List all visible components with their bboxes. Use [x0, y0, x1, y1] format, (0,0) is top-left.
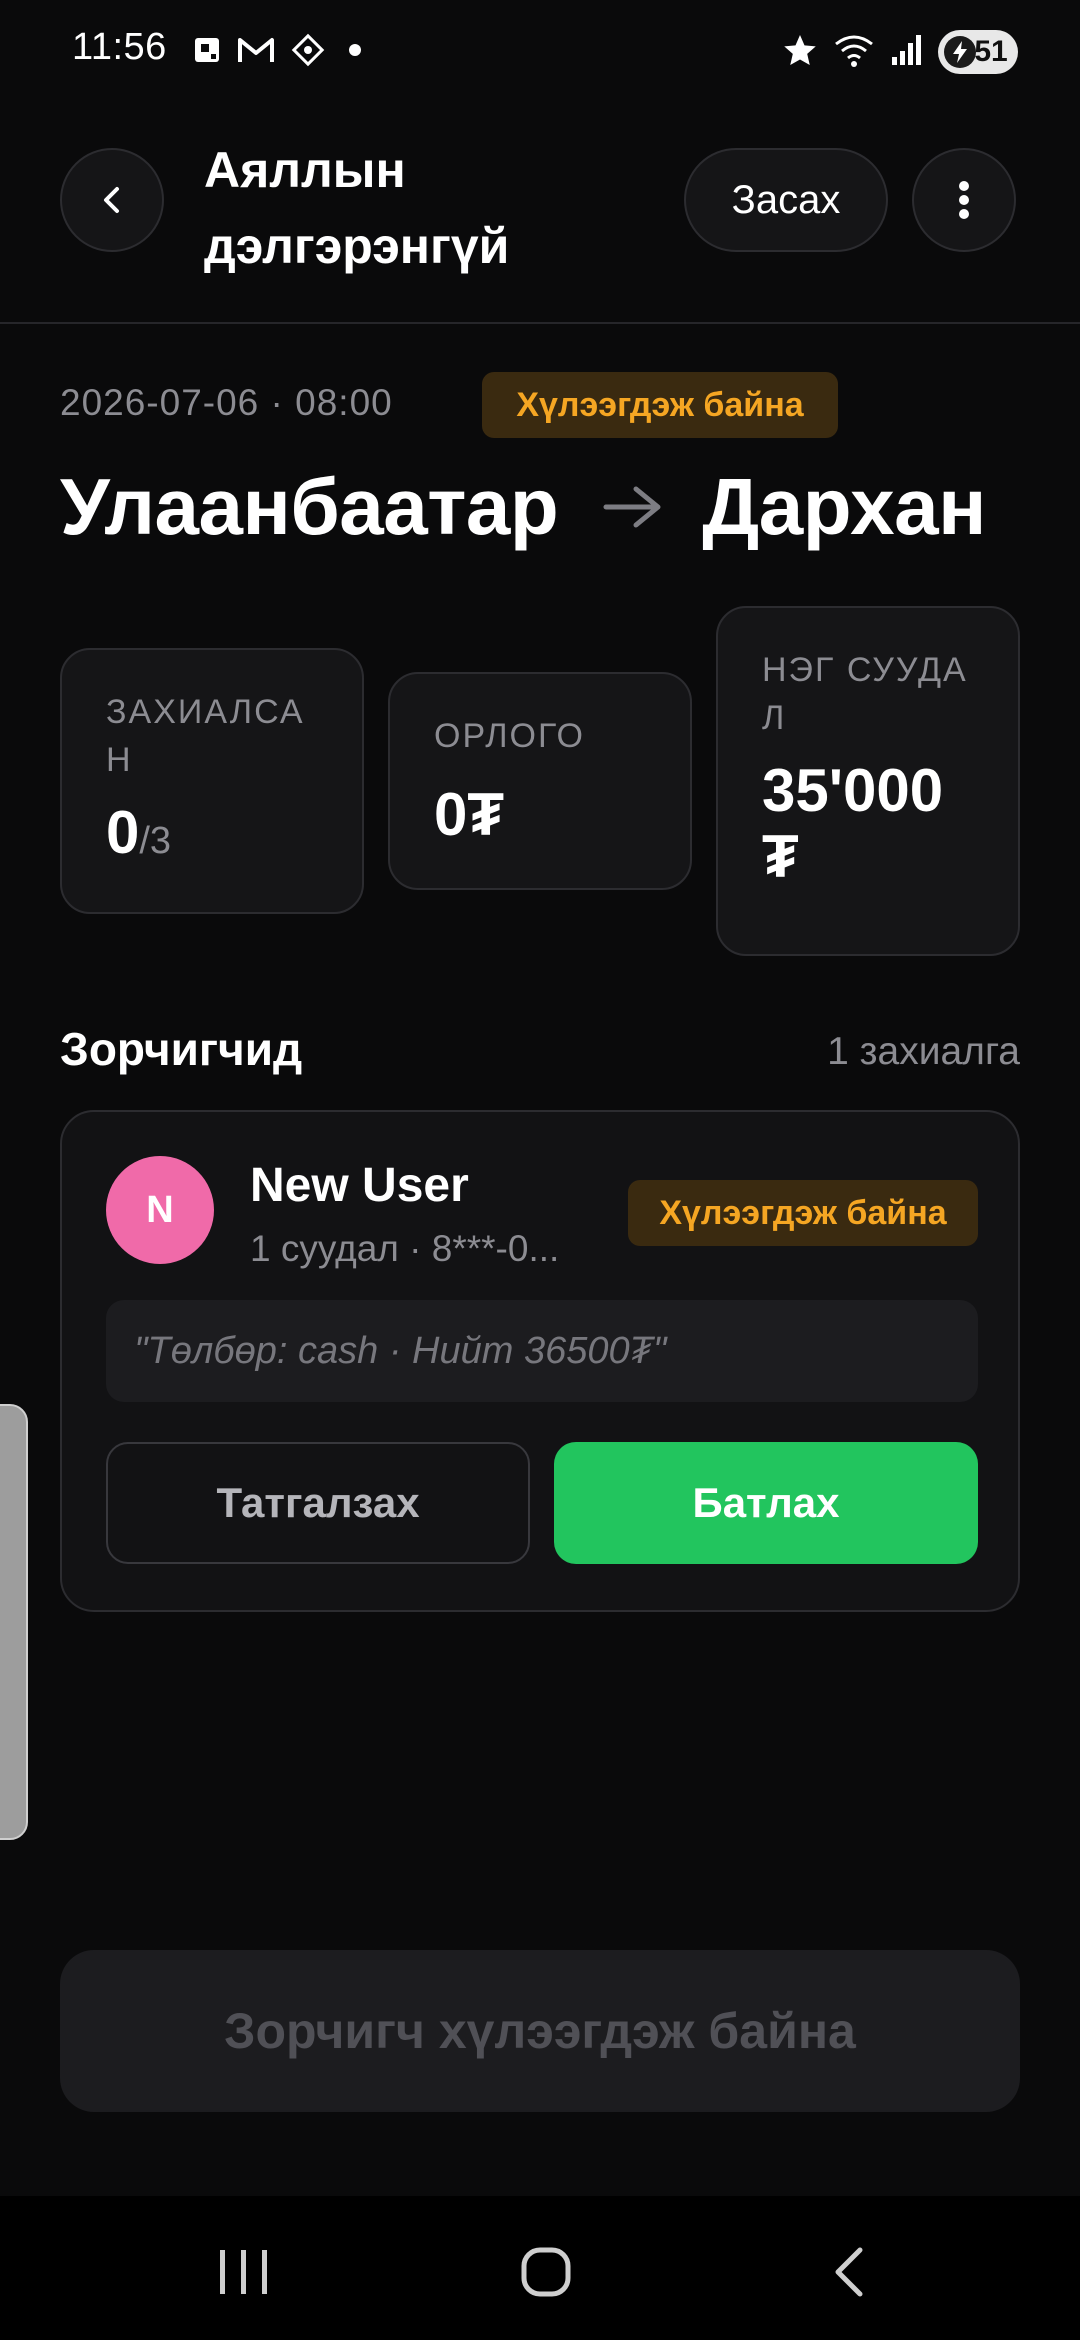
- battery-level: 51: [974, 35, 1008, 68]
- status-time: 11:56: [72, 26, 167, 68]
- trip-datetime: 2026-07-06 · 08:00: [60, 382, 393, 423]
- more-options-button[interactable]: [912, 148, 1016, 252]
- stat-booked-label: ЗАХИАЛСАН: [106, 693, 305, 779]
- trip-status-badge: Хүлээгдэж байна: [482, 372, 838, 438]
- route: Улаанбаатар Дархан: [60, 452, 986, 562]
- passenger-card: N New User 1 суудал · 8***-0... Хүлээгдэ…: [60, 1110, 1020, 1612]
- status-bar: 11:56 51: [0, 0, 1080, 104]
- status-right-icons: 51: [782, 30, 1018, 74]
- dot-icon: [340, 35, 370, 65]
- bottom-status-button[interactable]: Зорчигч хүлээгдэж байна: [60, 1950, 1020, 2112]
- reject-button[interactable]: Татгалзах: [106, 1442, 530, 1564]
- passenger-note: "Төлбөр: cash · Нийт 36500₮": [106, 1300, 978, 1402]
- stat-income-label: ОРЛОГО: [434, 717, 585, 755]
- stat-seat-price-card: НЭГ СУУДАЛ 35'000₮: [716, 606, 1020, 956]
- stat-seat-price-label: НЭГ СУУДАЛ: [762, 651, 968, 737]
- chevron-left-icon: [104, 187, 119, 213]
- star-icon: [782, 32, 818, 73]
- home-icon: [521, 2247, 571, 2297]
- recent-apps-button[interactable]: [204, 2232, 284, 2312]
- wifi-icon: [832, 32, 876, 73]
- avatar: N: [106, 1156, 214, 1264]
- more-vertical-icon: [959, 181, 969, 219]
- top-app-bar: Аяллын дэлгэрэнгүй Засах: [0, 104, 1080, 324]
- approve-button[interactable]: Батлах: [554, 1442, 978, 1564]
- back-button[interactable]: [60, 148, 164, 252]
- signal-icon: [890, 33, 924, 72]
- nav-back-button[interactable]: [810, 2232, 890, 2312]
- booked-total: /3: [139, 820, 172, 862]
- notification-app-icon: [192, 35, 222, 65]
- app-diamond-icon: [290, 32, 326, 68]
- stat-booked-card: ЗАХИАЛСАН 0/3: [60, 648, 364, 914]
- home-button[interactable]: [506, 2232, 586, 2312]
- booked-count: 0: [106, 799, 140, 866]
- passenger-name: New User: [250, 1159, 469, 1212]
- stat-income-card: ОРЛОГО 0₮: [388, 672, 692, 890]
- stat-booked-value: 0/3: [106, 800, 306, 874]
- stat-seat-price-value: 35'000₮: [762, 757, 944, 890]
- passenger-meta: 1 суудал · 8***-0...: [250, 1228, 560, 1269]
- passenger-status-badge: Хүлээгдэж байна: [628, 1180, 978, 1246]
- arrow-right-icon: [602, 482, 664, 532]
- edit-button[interactable]: Засах: [684, 148, 888, 252]
- navigation-bar: [0, 2196, 1080, 2340]
- bolt-icon: [944, 36, 976, 68]
- back-icon: [835, 2247, 863, 2297]
- route-destination: Дархан: [702, 462, 986, 551]
- battery-charging-icon: 51: [938, 30, 1018, 74]
- passengers-count: 1 захиалга: [827, 1030, 1020, 1073]
- route-origin: Улаанбаатар: [60, 462, 559, 551]
- notification-icons: [192, 32, 370, 68]
- recent-apps-icon: [220, 2250, 267, 2294]
- gmail-icon: [236, 35, 276, 65]
- edge-panel-handle[interactable]: [0, 1404, 28, 1840]
- stat-income-value: 0₮: [434, 781, 505, 848]
- page-title: Аяллын дэлгэрэнгүй: [204, 142, 510, 274]
- passengers-title: Зорчигчид: [60, 1023, 303, 1075]
